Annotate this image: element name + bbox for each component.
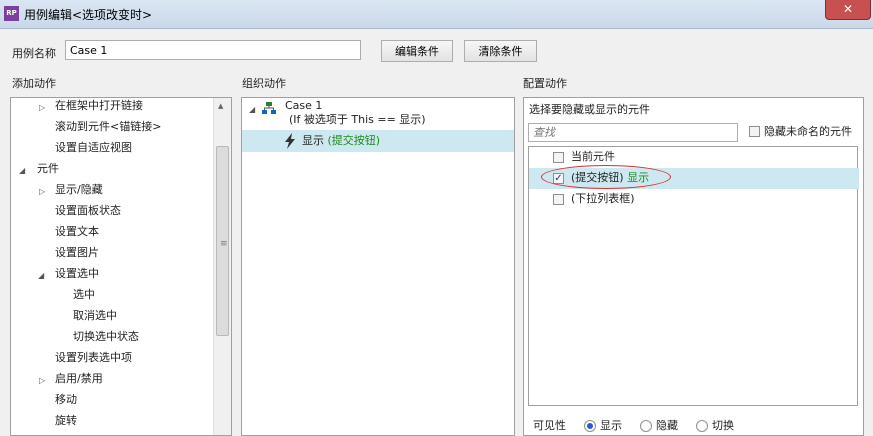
case-name-label: 用例名称 bbox=[12, 47, 56, 60]
action-show-item[interactable]: 显示 (提交按钮) bbox=[302, 131, 380, 151]
expand-arrow-icon[interactable]: ▷ bbox=[39, 187, 45, 196]
action-set-image[interactable]: 设置图片 bbox=[55, 243, 99, 263]
case-condition: (If 被选项于 This == 显示) bbox=[289, 113, 426, 126]
case-tree-icon bbox=[262, 102, 276, 114]
organize-actions-panel: ◢ Case 1 (If 被选项于 This == 显示) 显示 (提交按钮) bbox=[241, 97, 515, 436]
visibility-show-label: 显示 bbox=[600, 419, 622, 432]
widget-checkbox[interactable] bbox=[553, 152, 564, 163]
add-actions-scrollbar[interactable]: ▲ ≡ bbox=[213, 98, 231, 435]
widget-select-label: 选择要隐藏或显示的元件 bbox=[529, 103, 650, 116]
app-icon: RP bbox=[4, 6, 19, 21]
add-actions-header: 添加动作 bbox=[12, 77, 56, 90]
widget-label: 当前元件 bbox=[571, 150, 615, 163]
visibility-label: 可见性 bbox=[533, 419, 566, 432]
title-bar: RP 用例编辑<选项改变时> ✕ bbox=[0, 0, 873, 29]
collapse-arrow-icon[interactable]: ◢ bbox=[38, 271, 44, 280]
case-name-row: 用例名称 编辑条件 清除条件 bbox=[0, 40, 873, 64]
action-enable-disable[interactable]: 启用/禁用 bbox=[55, 369, 103, 389]
action-toggle-selected[interactable]: 切换选中状态 bbox=[73, 327, 139, 347]
expand-arrow-icon[interactable]: ▷ bbox=[39, 103, 45, 112]
visibility-hide-radio[interactable] bbox=[640, 420, 652, 432]
organize-actions-header: 组织动作 bbox=[242, 77, 286, 90]
widget-label: (下拉列表框) bbox=[571, 192, 635, 205]
action-set-selected[interactable]: 设置选中 bbox=[55, 264, 99, 284]
action-set-adaptive-view[interactable]: 设置自适应视图 bbox=[55, 138, 132, 158]
action-set-text[interactable]: 设置文本 bbox=[55, 222, 99, 242]
lightning-icon bbox=[285, 133, 295, 149]
add-actions-panel: ▷ 在框架中打开链接 滚动到元件<锚链接> 设置自适应视图 ◢ 元件 ▷ 显示/… bbox=[10, 97, 232, 436]
expand-arrow-icon[interactable]: ▷ bbox=[39, 376, 45, 385]
case-name-input[interactable] bbox=[65, 40, 361, 60]
action-deselect[interactable]: 取消选中 bbox=[73, 306, 117, 326]
widget-row-current[interactable]: 当前元件 bbox=[529, 147, 859, 167]
collapse-arrow-icon[interactable]: ◢ bbox=[19, 166, 25, 175]
clear-condition-button[interactable]: 清除条件 bbox=[464, 40, 537, 62]
action-target: (提交按钮) bbox=[327, 134, 381, 147]
scroll-thumb[interactable]: ≡ bbox=[216, 146, 229, 336]
visibility-hide-label: 隐藏 bbox=[656, 419, 678, 432]
action-show-hide[interactable]: 显示/隐藏 bbox=[55, 180, 103, 200]
action-set-panel-state[interactable]: 设置面板状态 bbox=[55, 201, 121, 221]
highlight-annotation bbox=[541, 165, 671, 189]
action-scroll-to-widget[interactable]: 滚动到元件<锚链接> bbox=[55, 117, 161, 137]
category-widgets[interactable]: 元件 bbox=[37, 159, 59, 179]
edit-condition-button[interactable]: 编辑条件 bbox=[381, 40, 453, 62]
close-button[interactable]: ✕ bbox=[825, 0, 871, 20]
action-set-list-selected[interactable]: 设置列表选中项 bbox=[55, 348, 132, 368]
visibility-show-radio[interactable] bbox=[584, 420, 596, 432]
collapse-arrow-icon[interactable]: ◢ bbox=[249, 105, 255, 114]
hide-unnamed-checkbox[interactable] bbox=[749, 126, 760, 137]
widget-checkbox[interactable] bbox=[553, 194, 564, 205]
scroll-up-arrow-icon[interactable]: ▲ bbox=[218, 102, 223, 110]
hide-unnamed-label: 隐藏未命名的元件 bbox=[764, 125, 852, 138]
configure-actions-header: 配置动作 bbox=[523, 77, 567, 90]
action-select[interactable]: 选中 bbox=[73, 285, 95, 305]
widget-search-input[interactable] bbox=[528, 123, 738, 142]
close-icon: ✕ bbox=[842, 2, 854, 16]
action-verb: 显示 bbox=[302, 134, 324, 147]
window-title: 用例编辑<选项改变时> bbox=[24, 8, 153, 22]
action-rotate[interactable]: 旋转 bbox=[55, 411, 77, 431]
action-move[interactable]: 移动 bbox=[55, 390, 77, 410]
visibility-toggle-label: 切换 bbox=[712, 419, 734, 432]
configure-actions-panel: 选择要隐藏或显示的元件 隐藏未命名的元件 当前元件 ✓ (提交按钮) 显示 (下… bbox=[523, 97, 864, 436]
visibility-toggle-radio[interactable] bbox=[696, 420, 708, 432]
widget-row-dropdown[interactable]: (下拉列表框) bbox=[529, 189, 859, 209]
grip-icon: ≡ bbox=[220, 239, 228, 249]
action-open-in-frame[interactable]: 在框架中打开链接 bbox=[55, 98, 143, 116]
